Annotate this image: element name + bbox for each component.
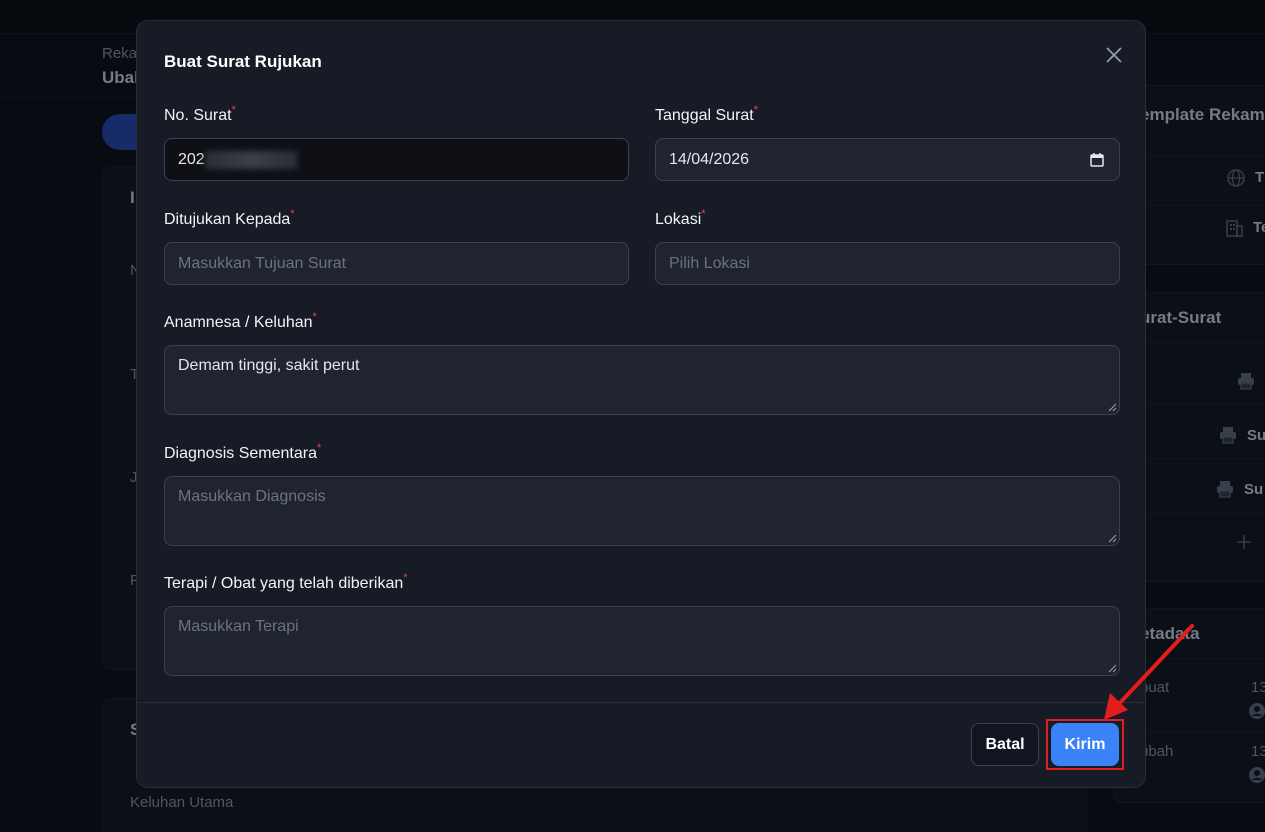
modal-title: Buat Surat Rujukan (164, 52, 322, 71)
tanggal-surat-label: Tanggal Surat* (655, 104, 759, 125)
ditujukan-kepada-placeholder: Masukkan Tujuan Surat (178, 254, 347, 272)
no-surat-label-text: No. Surat (164, 107, 232, 124)
anamnesa-label-text: Anamnesa / Keluhan (164, 314, 313, 331)
anamnesa-value: Demam tinggi, sakit perut (178, 357, 360, 374)
ditujukan-kepada-input[interactable]: Masukkan Tujuan Surat (164, 242, 629, 285)
required-mark: * (403, 572, 408, 584)
ditujukan-kepada-label-text: Ditujukan Kepada (164, 211, 291, 228)
modal-footer-divider (137, 702, 1145, 703)
anamnesa-label: Anamnesa / Keluhan* (164, 311, 317, 332)
tanggal-surat-value: 14/04/2026 (669, 150, 750, 168)
diagnosis-label-text: Diagnosis Sementara (164, 445, 317, 462)
required-mark: * (316, 442, 322, 454)
anamnesa-textarea[interactable]: Demam tinggi, sakit perut (164, 345, 1120, 415)
lokasi-select[interactable]: Pilih Lokasi (655, 242, 1120, 285)
required-mark: * (312, 311, 317, 323)
annotation-highlight-box (1046, 719, 1124, 770)
lokasi-label: Lokasi* (655, 208, 706, 229)
no-surat-value: 202 (178, 150, 205, 168)
terapi-textarea[interactable]: Masukkan Terapi (164, 606, 1120, 676)
no-surat-label: No. Surat* (164, 104, 236, 125)
diagnosis-placeholder: Masukkan Diagnosis (178, 488, 326, 505)
diagnosis-label: Diagnosis Sementara* (164, 442, 322, 463)
ditujukan-kepada-label: Ditujukan Kepada* (164, 208, 295, 229)
tanggal-surat-label-text: Tanggal Surat (655, 107, 754, 124)
required-mark: * (701, 208, 706, 220)
resize-handle-icon[interactable] (1107, 533, 1117, 543)
close-button[interactable] (1102, 43, 1126, 67)
resize-handle-icon[interactable] (1107, 663, 1117, 673)
resize-handle-icon[interactable] (1107, 402, 1117, 412)
diagnosis-textarea[interactable]: Masukkan Diagnosis (164, 476, 1120, 546)
batal-button[interactable]: Batal (971, 723, 1039, 766)
required-mark: * (290, 208, 295, 220)
lokasi-placeholder: Pilih Lokasi (669, 254, 750, 272)
terapi-label: Terapi / Obat yang telah diberikan* (164, 572, 408, 593)
no-surat-input[interactable]: 202 (164, 138, 629, 181)
buat-surat-rujukan-modal: Buat Surat Rujukan No. Surat* 202 Tangga… (136, 20, 1146, 788)
required-mark: * (753, 104, 759, 116)
lokasi-label-text: Lokasi (655, 211, 702, 228)
redacted-blur (204, 150, 297, 169)
calendar-icon[interactable] (1090, 152, 1104, 172)
close-icon (1106, 47, 1122, 63)
terapi-label-text: Terapi / Obat yang telah diberikan (164, 575, 404, 592)
tanggal-surat-date-input[interactable]: 14/04/2026 (655, 138, 1120, 181)
required-mark: * (231, 104, 236, 116)
terapi-placeholder: Masukkan Terapi (178, 618, 299, 635)
